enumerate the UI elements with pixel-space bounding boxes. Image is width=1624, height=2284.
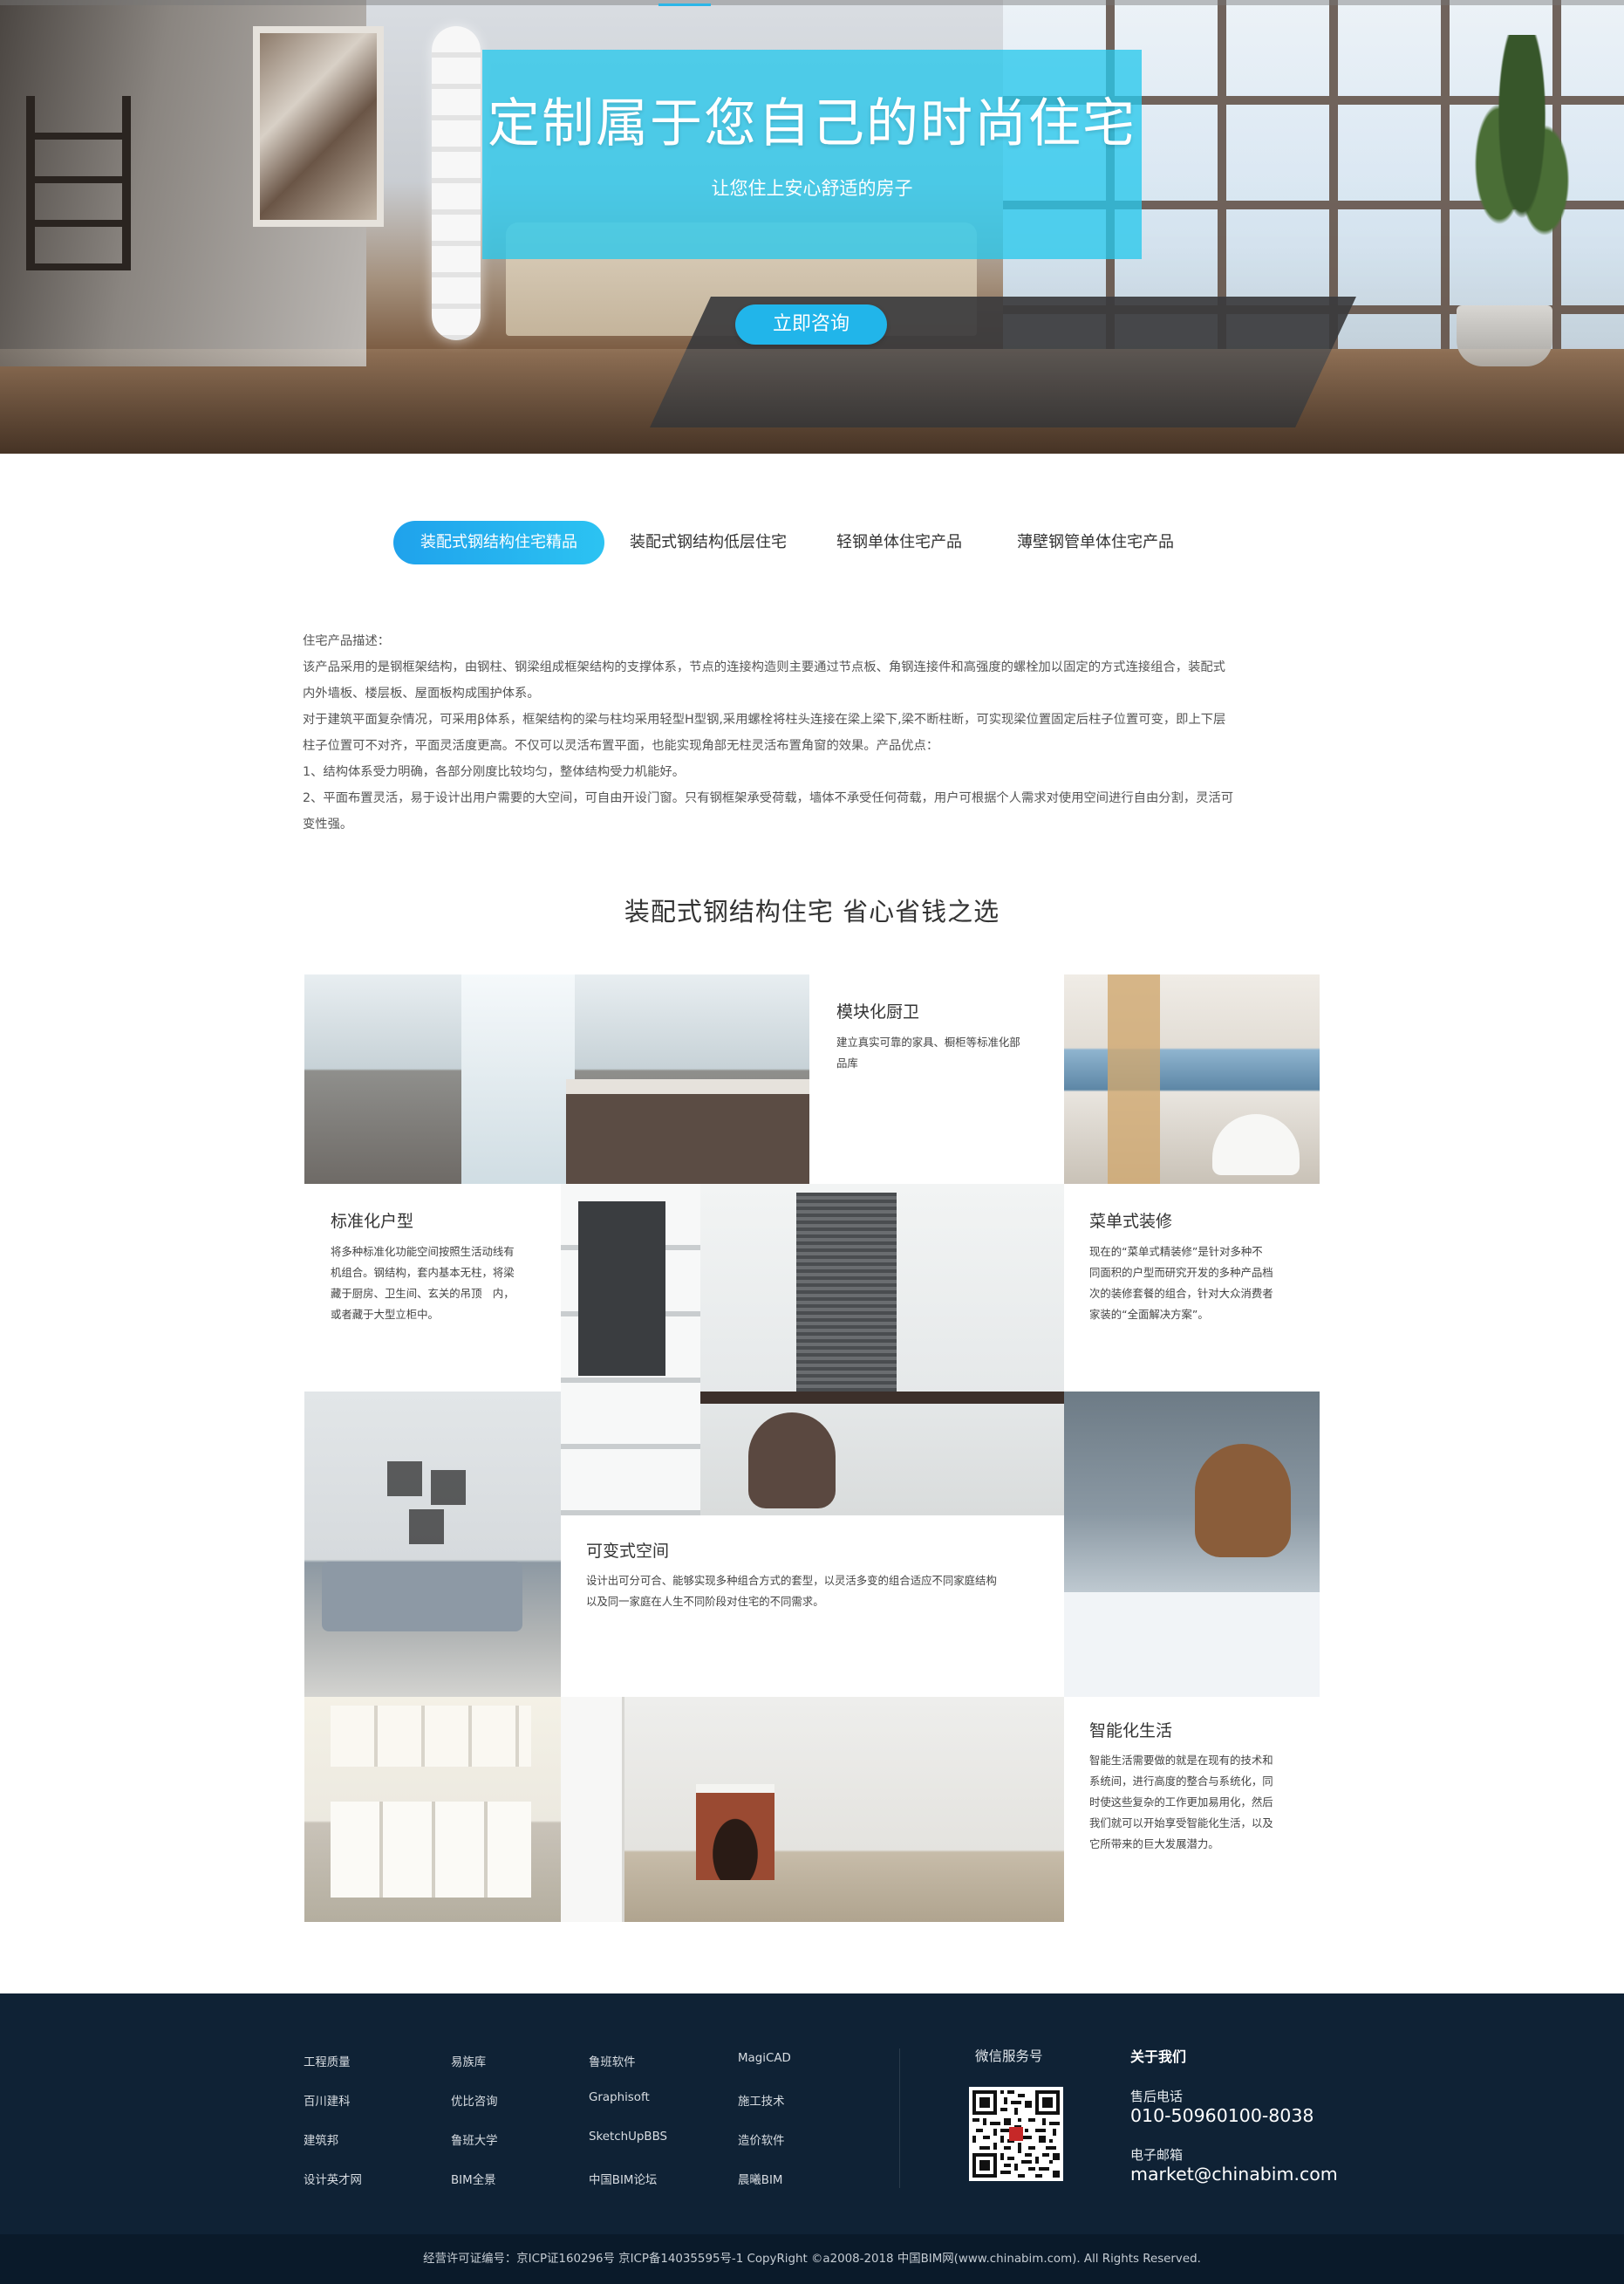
description-line: 1、结构体系受力明确，各部分刚度比较均匀，整体结构受力机能好。 (303, 765, 685, 779)
feature-flexible-space: 可变式空间 设计出可分可合、能够实现多种组合方式的套型，以灵活多变的组合适应不同… (561, 1515, 1064, 1697)
feature-text-line: 时使这些复杂的工作更加易用化，然后 (1089, 1795, 1273, 1809)
feature-text-line: 或者藏于大型立柜中。 (331, 1308, 439, 1321)
banner-overlay (482, 50, 1142, 259)
footer-link[interactable]: 优比咨询 (451, 2091, 498, 2109)
slider-track (0, 0, 1624, 5)
hero-banner: 定制属于您自己的时尚住宅 让您住上安心舒适的房子 立即咨询 (0, 0, 1624, 454)
feature-text-line: 家装的“全面解决方案”。 (1089, 1308, 1209, 1321)
feature-text-line: 次的装修套餐的组合，针对大众消费者 (1089, 1287, 1273, 1300)
feature-title: 菜单式装修 (1089, 1212, 1173, 1231)
feature-text: 将多种标准化功能空间按照生活动线有 机组合。钢结构，套内基本无柱，将梁 藏于厨房… (331, 1241, 557, 1325)
hero-floor (0, 349, 1624, 454)
footer: 工程质量 易族库 鲁班软件 MagiCAD 百川建科 优比咨询 Graphiso… (0, 1993, 1624, 2234)
phone-label: 售后电话 (1130, 2089, 1184, 2104)
footer-link[interactable]: 鲁班软件 (589, 2052, 636, 2069)
description-line: 变性强。 (303, 817, 353, 831)
consult-button[interactable]: 立即咨询 (735, 304, 887, 345)
feature-text: 建立真实可靠的家具、橱柜等标准化部 品库 (836, 1032, 1054, 1074)
feature-text-line: 我们就可以开始享受智能化生活，以及 (1089, 1816, 1273, 1829)
feature-text-line: 设计出可分可合、能够实现多种组合方式的套型，以灵活多变的组合适应不同家庭结构 (586, 1574, 997, 1587)
banner-subtitle: 让您住上安心舒适的房子 (711, 178, 913, 199)
email-address[interactable]: market@chinabim.com (1130, 2164, 1338, 2185)
feature-title: 模块化厨卫 (836, 1002, 920, 1022)
living-room-photo (304, 1392, 561, 1697)
smart-living-photo (1064, 1392, 1320, 1697)
study-chair (748, 1412, 836, 1508)
study-window-blind (796, 1193, 897, 1393)
wechat-label: 微信服务号 (975, 2048, 1043, 2064)
feature-text-line: 机组合。钢结构，套内基本无柱，将梁 (331, 1266, 515, 1279)
description-line: 内外墙板、楼层板、屋面板构成围护体系。 (303, 687, 540, 701)
footer-link[interactable]: 中国BIM论坛 (589, 2170, 657, 2187)
study-room-photo (561, 1184, 1064, 1515)
bathroom-photo (1064, 974, 1320, 1184)
feature-standard-layout: 标准化户型 将多种标准化功能空间按照生活动线有 机组合。钢结构，套内基本无柱，将… (304, 1184, 561, 1392)
feature-text-line: 同面积的户型而研究开发的多种产品档 (1089, 1266, 1273, 1279)
product-description: 住宅产品描述： 该产品采用的是钢框架结构，由钢柱、钢梁组成框架结构的支撑体系，节… (303, 628, 1313, 838)
footer-link[interactable]: 晨曦BIM (738, 2170, 782, 2187)
fireplace-room-photo (561, 1697, 1064, 1922)
footer-link[interactable]: 建筑邦 (304, 2130, 338, 2148)
footer-link[interactable]: 百川建科 (304, 2091, 351, 2109)
product-tabs: 装配式钢结构住宅精品 装配式钢结构低层住宅 轻钢单体住宅产品 薄壁钢管单体住宅产… (393, 521, 1231, 564)
feature-text-line: 将多种标准化功能空间按照生活动线有 (331, 1245, 515, 1258)
slider-indicator[interactable] (658, 3, 711, 6)
qr-code-icon (972, 2090, 1060, 2178)
tab-light-steel[interactable]: 轻钢单体住宅产品 (829, 521, 969, 564)
study-tv (578, 1201, 665, 1376)
feature-title: 智能化生活 (1089, 1721, 1173, 1740)
description-line: 对于建筑平面复杂情况，可采用β体系，框架结构的梁与柱均采用轻型H型钢,采用螺栓将… (303, 713, 1226, 727)
email-label: 电子邮箱 (1130, 2147, 1184, 2163)
footer-link[interactable]: 造价软件 (738, 2130, 785, 2148)
footer-link[interactable]: 鲁班大学 (451, 2130, 498, 2148)
copyright-bar: 经营许可证编号：京ICP证160296号 京ICP备14035595号-1 Co… (0, 2234, 1624, 2284)
footer-link[interactable]: 易族库 (451, 2052, 486, 2069)
footer-link[interactable]: 工程质量 (304, 2052, 351, 2069)
footer-link[interactable]: Graphisoft (589, 2091, 650, 2104)
feature-text-line: 它所带来的巨大发展潜力。 (1089, 1837, 1219, 1850)
tab-steel-premium[interactable]: 装配式钢结构住宅精品 (393, 521, 604, 564)
feature-text: 智能生活需要做的就是在现有的技术和 系统间，进行高度的整合与系统化，同 时使这些… (1089, 1750, 1318, 1855)
feature-modular-kitchen: 模块化厨卫 建立真实可靠的家具、橱柜等标准化部 品库 (809, 974, 1064, 1184)
feature-text-line: 藏于厨房、卫生间、玄关的吊顶 内， (331, 1287, 515, 1300)
description-line: 2、平面布置灵活，易于设计出用户需要的大空间，可自由开设门窗。只有钢框架承受荷载… (303, 791, 1234, 805)
description-line: 住宅产品描述： (303, 634, 391, 648)
footer-link[interactable]: SketchUpBBS (589, 2130, 667, 2144)
hero-floor-lamp (432, 26, 481, 340)
feature-text: 现在的“菜单式精装修”是针对多种不 同面积的户型而研究开发的多种产品档 次的装修… (1089, 1241, 1318, 1325)
feature-title: 标准化户型 (331, 1212, 414, 1231)
tab-steel-lowrise[interactable]: 装配式钢结构低层住宅 (624, 521, 793, 564)
kitchen-photo (304, 974, 809, 1184)
kitchen-cabinets-photo (304, 1697, 561, 1922)
feature-text-line: 智能生活需要做的就是在现有的技术和 (1089, 1754, 1273, 1767)
feature-text-line: 系统间，进行高度的整合与系统化，同 (1089, 1775, 1273, 1788)
feature-smart-living: 智能化生活 智能生活需要做的就是在现有的技术和 系统间，进行高度的整合与系统化，… (1064, 1697, 1320, 1922)
banner-title: 定制属于您自己的时尚住宅 (488, 93, 1136, 154)
feature-title: 可变式空间 (586, 1542, 670, 1561)
description-line: 柱子位置可不对齐，平面灵活度更高。不仅可以灵活布置平面，也能实现角部无柱灵活布置… (303, 739, 939, 753)
about-us-title[interactable]: 关于我们 (1130, 2045, 1186, 2066)
footer-link[interactable]: BIM全景 (451, 2170, 495, 2187)
feature-text-line: 建立真实可靠的家具、橱柜等标准化部 (836, 1036, 1020, 1049)
footer-link[interactable]: 施工技术 (738, 2091, 785, 2109)
feature-text-line: 现在的“菜单式精装修”是针对多种不 (1089, 1245, 1263, 1258)
description-line: 该产品采用的是钢框架结构，由钢柱、钢梁组成框架结构的支撑体系，节点的连接构造则主… (303, 660, 1225, 674)
phone-number: 010-50960100-8038 (1130, 2105, 1314, 2126)
feature-text-line: 以及同一家庭在人生不同阶段对住宅的不同需求。 (586, 1595, 824, 1608)
section-title: 装配式钢结构住宅 省心省钱之选 (624, 897, 1000, 927)
study-desk (700, 1392, 1064, 1404)
hero-wall-art (253, 26, 384, 227)
feature-menu-decoration: 菜单式装修 现在的“菜单式精装修”是针对多种不 同面积的户型而研究开发的多种产品… (1064, 1184, 1320, 1392)
footer-link[interactable]: 设计英才网 (304, 2170, 362, 2187)
wechat-qr-code (969, 2087, 1063, 2181)
tab-thin-wall-steel[interactable]: 薄壁钢管单体住宅产品 (1011, 521, 1180, 564)
footer-link[interactable]: MagiCAD (738, 2052, 791, 2065)
feature-text-line: 品库 (836, 1057, 858, 1070)
feature-text: 设计出可分可合、能够实现多种组合方式的套型，以灵活多变的组合适应不同家庭结构 以… (586, 1570, 1057, 1612)
footer-divider (899, 2048, 900, 2188)
hero-shelf (26, 96, 131, 270)
